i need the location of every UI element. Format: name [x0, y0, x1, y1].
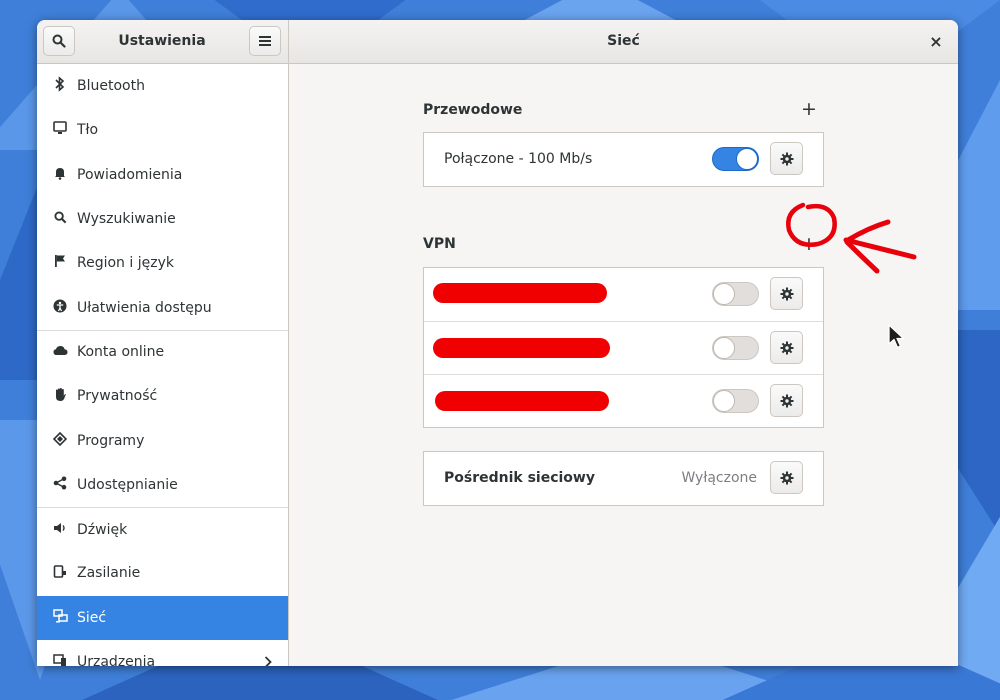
sidebar-item-bluetooth[interactable]: Bluetooth	[37, 64, 288, 108]
close-icon: ×	[929, 32, 943, 51]
mouse-cursor-icon	[888, 324, 905, 349]
vpn-connection-row	[424, 321, 823, 374]
settings-window: Ustawienia Sieć × Bluetooth Tło Powiadom…	[37, 20, 958, 666]
vpn-toggle[interactable]	[712, 389, 759, 413]
hand-icon	[51, 387, 69, 406]
close-button[interactable]: ×	[926, 32, 946, 52]
sidebar-item-search[interactable]: Wyszukiwanie	[37, 197, 288, 241]
sidebar-item-online-accounts[interactable]: Konta online	[37, 329, 288, 374]
share-icon	[51, 476, 69, 494]
search-icon	[52, 34, 66, 48]
network-panel: Przewodowe + Połączone - 100 Mb/s VPN +	[289, 64, 958, 666]
search-icon	[51, 210, 69, 228]
toggle-knob	[713, 337, 735, 359]
vpn-toggle[interactable]	[712, 336, 759, 360]
bell-icon	[51, 166, 69, 184]
app-title: Ustawienia	[118, 33, 206, 49]
toggle-knob	[713, 283, 735, 305]
wired-connection-row: Połączone - 100 Mb/s	[424, 133, 823, 186]
redacted-name	[435, 391, 609, 411]
header-bar: Ustawienia Sieć ×	[37, 20, 958, 64]
wired-connections-list: Połączone - 100 Mb/s	[423, 132, 824, 187]
wired-settings-button[interactable]	[770, 142, 803, 175]
vpn-toggle[interactable]	[712, 282, 759, 306]
vpn-connections-list	[423, 267, 824, 428]
sidebar-item-label: Powiadomienia	[77, 166, 183, 183]
plus-icon: +	[801, 98, 817, 120]
sidebar-item-sound[interactable]: Dźwięk	[37, 506, 288, 551]
sidebar-item-devices[interactable]: Urządzenia	[37, 640, 288, 666]
sidebar-item-label: Bluetooth	[77, 78, 145, 95]
wired-toggle[interactable]	[712, 147, 759, 171]
sidebar-item-label: Urządzenia	[77, 654, 156, 666]
sidebar-item-applications[interactable]: Programy	[37, 418, 288, 462]
add-vpn-button[interactable]: +	[799, 233, 819, 255]
accessibility-icon	[51, 299, 69, 317]
proxy-row: Pośrednik sieciowy Wyłączone	[424, 452, 823, 505]
hamburger-menu-icon	[259, 36, 271, 46]
sidebar: Bluetooth Tło Powiadomienia Wyszukiwanie…	[37, 64, 289, 666]
vpn-connection-row	[424, 268, 823, 321]
page-title: Sieć	[607, 33, 640, 49]
gear-icon	[780, 471, 793, 484]
search-button[interactable]	[43, 26, 75, 56]
menu-button[interactable]	[249, 26, 281, 56]
sidebar-item-label: Tło	[77, 122, 99, 139]
vpn-settings-button[interactable]	[770, 331, 803, 364]
speaker-icon	[51, 522, 69, 538]
proxy-status: Wyłączone	[681, 470, 757, 486]
sidebar-item-label: Udostępnianie	[77, 476, 178, 493]
wired-connection-status: Połączone - 100 Mb/s	[444, 151, 593, 167]
sidebar-item-network[interactable]: Sieć	[37, 595, 288, 640]
proxy-settings-button[interactable]	[770, 461, 803, 494]
apps-icon	[51, 431, 69, 450]
sidebar-item-label: Sieć	[77, 609, 107, 626]
bluetooth-icon	[51, 76, 69, 96]
proxy-label: Pośrednik sieciowy	[444, 470, 595, 486]
vpn-settings-button[interactable]	[770, 277, 803, 310]
chevron-right-icon	[264, 653, 272, 666]
wired-section-title: Przewodowe	[423, 102, 523, 118]
sidebar-item-power[interactable]: Zasilanie	[37, 551, 288, 595]
monitor-icon	[51, 121, 69, 139]
network-icon	[51, 608, 69, 627]
sidebar-item-label: Wyszukiwanie	[77, 211, 176, 228]
redacted-name	[433, 283, 607, 303]
vpn-section-title: VPN	[423, 236, 456, 252]
sidebar-item-label: Region i język	[77, 255, 174, 272]
sidebar-item-label: Programy	[77, 432, 145, 449]
sidebar-item-privacy[interactable]: Prywatność	[37, 374, 288, 418]
sidebar-item-label: Dźwięk	[77, 521, 128, 538]
vpn-connection-row	[424, 374, 823, 427]
plus-icon: +	[801, 233, 817, 255]
vpn-settings-button[interactable]	[770, 384, 803, 417]
gear-icon	[780, 341, 793, 354]
add-wired-button[interactable]: +	[799, 98, 819, 120]
sidebar-item-notifications[interactable]: Powiadomienia	[37, 153, 288, 197]
toggle-knob	[713, 390, 735, 412]
gear-icon	[780, 152, 793, 165]
sidebar-item-accessibility[interactable]: Ułatwienia dostępu	[37, 285, 288, 329]
proxy-list: Pośrednik sieciowy Wyłączone	[423, 451, 824, 506]
sidebar-item-label: Zasilanie	[77, 565, 141, 582]
sidebar-item-label: Prywatność	[77, 388, 158, 405]
gear-icon	[780, 287, 793, 300]
gear-icon	[780, 394, 793, 407]
sidebar-item-label: Konta online	[77, 344, 165, 361]
toggle-knob	[736, 148, 758, 170]
devices-icon	[51, 653, 69, 666]
sidebar-item-background[interactable]: Tło	[37, 108, 288, 152]
sidebar-item-label: Ułatwienia dostępu	[77, 299, 212, 316]
power-icon	[51, 564, 69, 582]
cloud-icon	[51, 344, 69, 360]
redacted-name	[433, 338, 610, 358]
sidebar-item-sharing[interactable]: Udostępnianie	[37, 463, 288, 507]
sidebar-header: Ustawienia	[37, 20, 289, 63]
sidebar-item-region[interactable]: Region i język	[37, 241, 288, 285]
flag-icon	[51, 254, 69, 272]
